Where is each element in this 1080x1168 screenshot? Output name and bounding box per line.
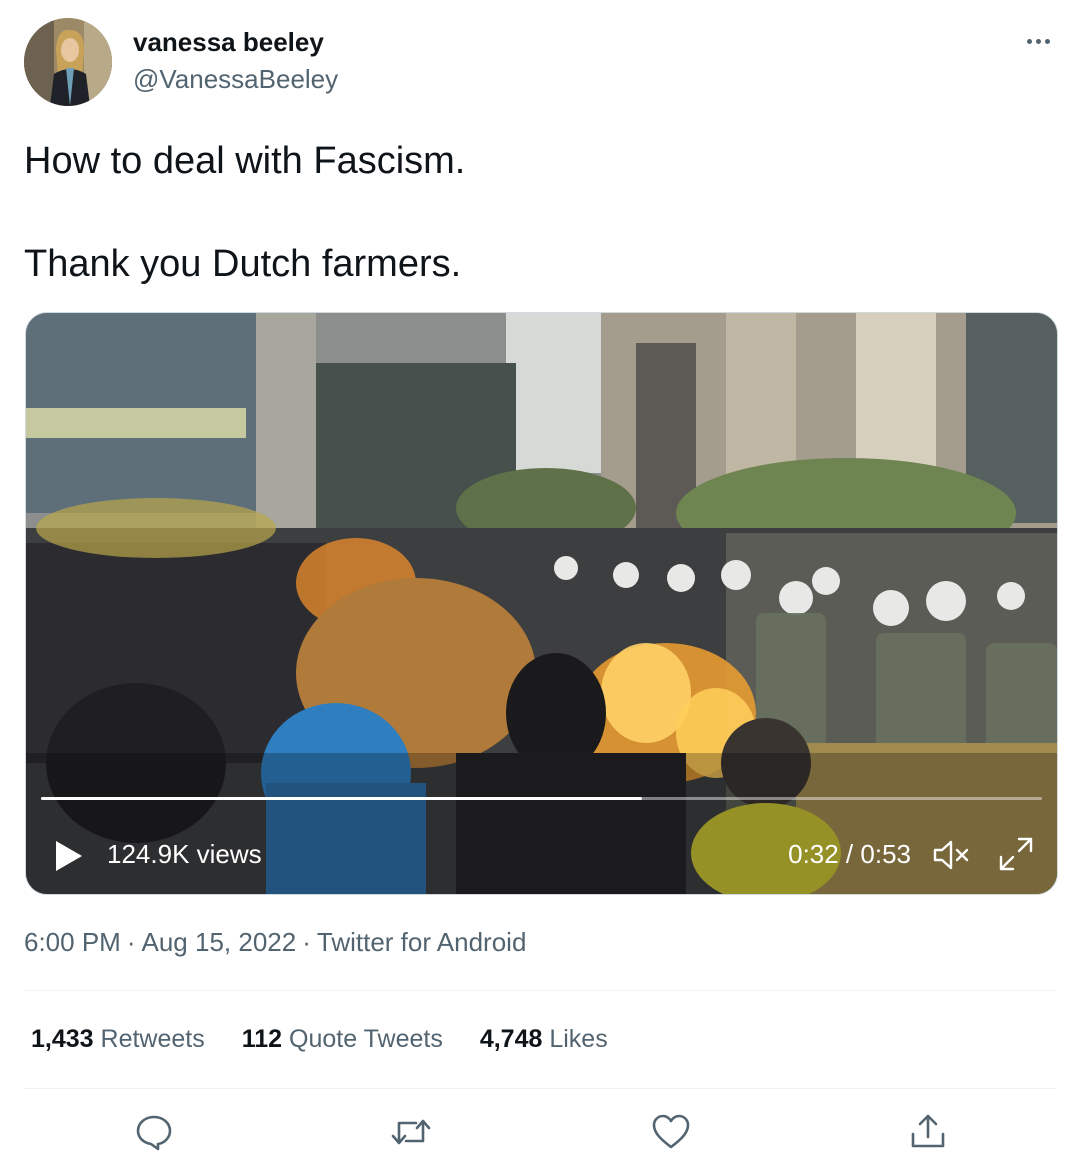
action-bar [0,1110,1080,1160]
video-progress-bar[interactable] [41,797,1042,800]
tweet-text-line-2: Thank you Dutch farmers. [24,243,462,285]
retweets-stat[interactable]: 1,433 Retweets [31,1025,205,1054]
quote-tweets-stat[interactable]: 112 Quote Tweets [242,1025,443,1054]
video-progress-fill [41,797,642,800]
divider [24,1088,1056,1089]
mute-icon[interactable] [931,837,971,873]
tweet-source[interactable]: Twitter for Android [317,927,527,957]
divider [24,990,1056,991]
video-time: 0:32 / 0:53 [788,839,911,869]
more-options-icon[interactable] [1018,26,1058,56]
tweet-text-line-1: How to deal with Fascism. [24,140,466,182]
tweet-time[interactable]: 6:00 PM [24,927,121,957]
play-icon[interactable] [54,839,84,873]
video-views: 124.9K views [107,839,262,869]
fullscreen-icon[interactable] [997,835,1035,873]
like-icon[interactable] [649,1110,693,1154]
author-name[interactable]: vanessa beeley [133,27,324,58]
tweet-date[interactable]: Aug 15, 2022 [142,927,297,957]
likes-stat[interactable]: 4,748 Likes [480,1025,608,1054]
video-frame [26,313,1057,894]
share-icon[interactable] [906,1110,950,1154]
author-handle[interactable]: @VanessaBeeley [133,64,338,95]
video-player[interactable]: 124.9K views 0:32 / 0:53 [25,312,1058,895]
tweet-stats: 1,433 Retweets 112 Quote Tweets 4,748 Li… [31,1025,608,1054]
retweet-icon[interactable] [389,1110,433,1154]
tweet-metadata: 6:00 PM · Aug 15, 2022 · Twitter for Android [24,927,527,957]
avatar[interactable] [24,18,112,106]
reply-icon[interactable] [132,1110,176,1154]
